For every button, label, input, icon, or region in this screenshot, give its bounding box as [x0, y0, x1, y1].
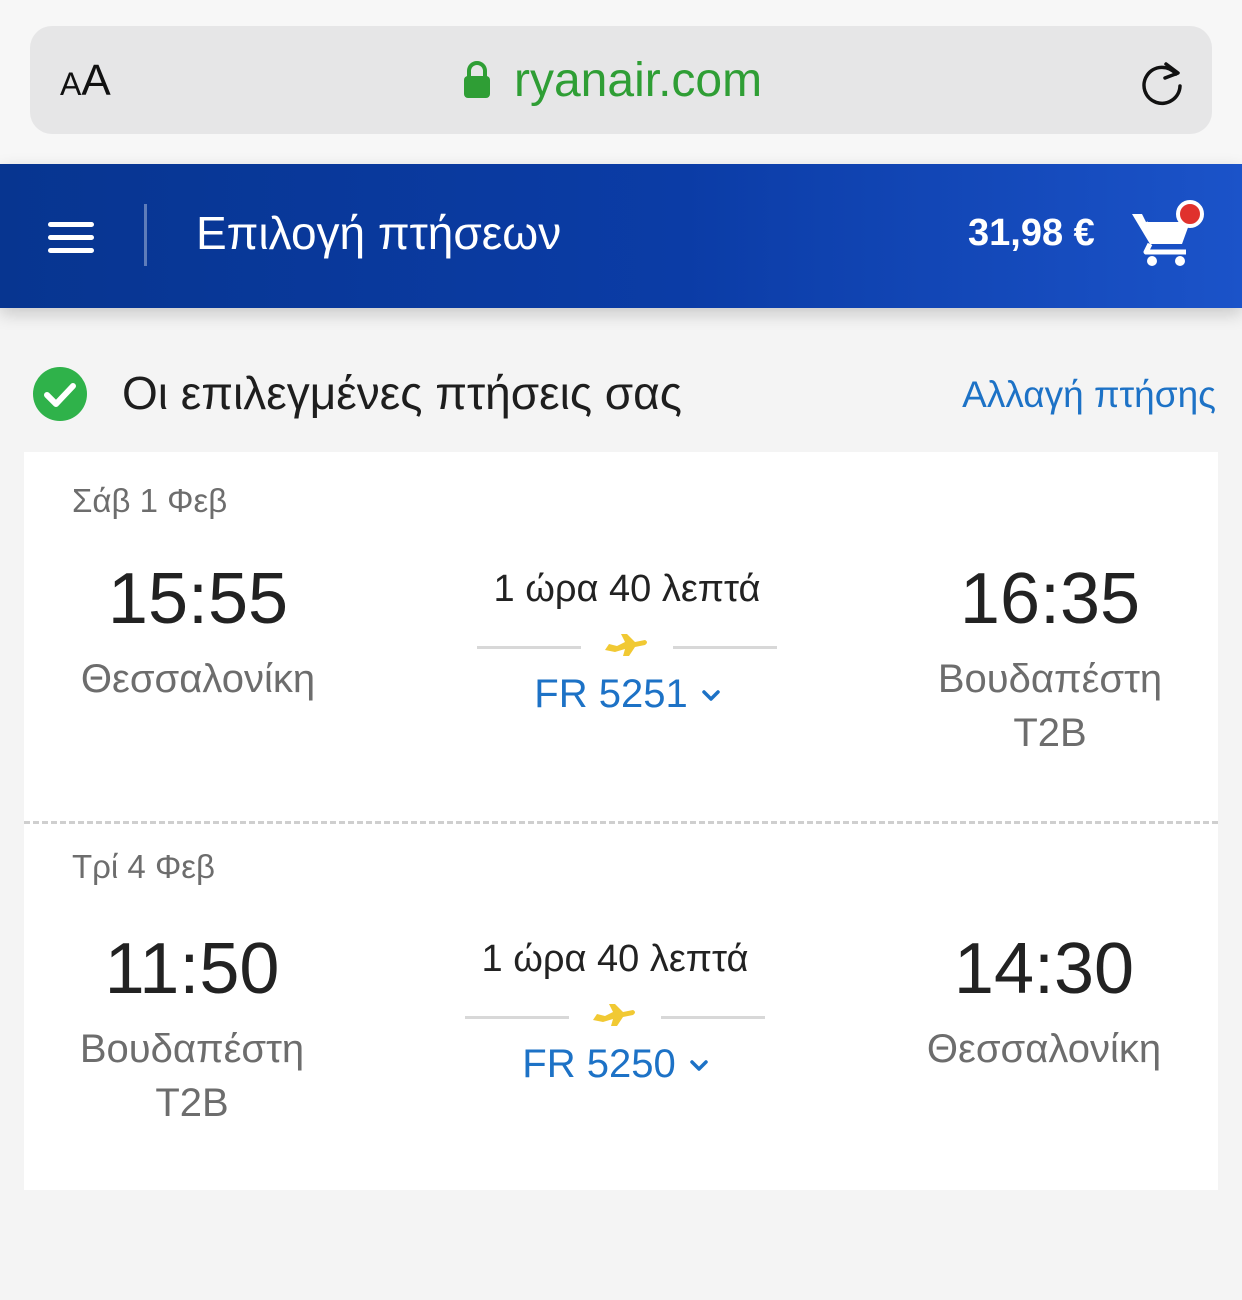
plane-icon [593, 1004, 635, 1026]
cart-notification-badge [1176, 200, 1204, 228]
reload-icon[interactable] [1136, 56, 1188, 108]
selected-flights-title: Οι επιλεγμένες πτήσεις σας [122, 367, 682, 419]
url-display[interactable]: ryanair.com [462, 50, 762, 110]
arrival-time: 14:30 [953, 929, 1135, 1009]
flight-route: 1 ώρα 40 λεπτά FR 5251 [477, 568, 777, 738]
menu-icon[interactable] [48, 220, 96, 256]
app-header: Επιλογή πτήσεων 31,98 € [0, 164, 1242, 308]
flight-date: Τρί 4 Φεβ [72, 848, 215, 885]
change-flight-link[interactable]: Αλλαγή πτήσης [962, 374, 1216, 416]
header-divider [144, 204, 147, 266]
departure-time: 11:50 [104, 929, 280, 1009]
plane-icon [605, 634, 647, 656]
text-size-large-label: A [81, 56, 111, 105]
departure-time: 15:55 [107, 559, 289, 639]
flight-duration: 1 ώρα 40 λεπτά [493, 568, 761, 610]
page-title: Επιλογή πτήσεων [196, 207, 562, 259]
chevron-down-icon [689, 1060, 708, 1072]
flight-number-toggle[interactable]: FR 5251 [477, 672, 777, 717]
route-line [465, 1016, 569, 1019]
flight-number-toggle[interactable]: FR 5250 [465, 1042, 765, 1087]
flights-card: Σάβ 1 Φεβ 15:55 Θεσσαλονίκη 1 ώρα 40 λεπ… [24, 452, 1218, 1190]
route-line [661, 1016, 765, 1019]
route-line [673, 646, 777, 649]
text-size-small-label: A [60, 66, 82, 102]
cart-total[interactable]: 31,98 € [968, 212, 1095, 255]
browser-bar: AA ryanair.com [0, 0, 1242, 164]
return-flight[interactable]: Τρί 4 Φεβ 11:50 Βουδαπέστη T2B 1 ώρα 40 … [24, 822, 1218, 1190]
check-circle-icon [33, 367, 87, 421]
arrival-time: 16:35 [959, 559, 1141, 639]
chevron-down-icon [701, 690, 720, 702]
lock-icon [464, 61, 490, 98]
arrival-city: Θεσσαλονίκη [926, 1027, 1162, 1071]
flight-number: FR 5251 [534, 672, 688, 716]
flight-date: Σάβ 1 Φεβ [72, 482, 228, 519]
departure-city: Θεσσαλονίκη [80, 657, 316, 701]
text-size-button[interactable]: AA [60, 56, 111, 106]
flight-route: 1 ώρα 40 λεπτά FR 5250 [465, 938, 765, 1108]
outbound-flight[interactable]: Σάβ 1 Φεβ 15:55 Θεσσαλονίκη 1 ώρα 40 λεπ… [24, 452, 1218, 822]
arrival-city: Βουδαπέστη T2B [937, 657, 1163, 755]
departure-city: Βουδαπέστη T2B [79, 1027, 305, 1125]
selected-flights-header: Οι επιλεγμένες πτήσεις σας Αλλαγή πτήσης [0, 340, 1242, 440]
flight-number: FR 5250 [522, 1042, 676, 1086]
url-text: ryanair.com [514, 53, 763, 107]
flight-duration: 1 ώρα 40 λεπτά [481, 938, 749, 980]
route-line [477, 646, 581, 649]
